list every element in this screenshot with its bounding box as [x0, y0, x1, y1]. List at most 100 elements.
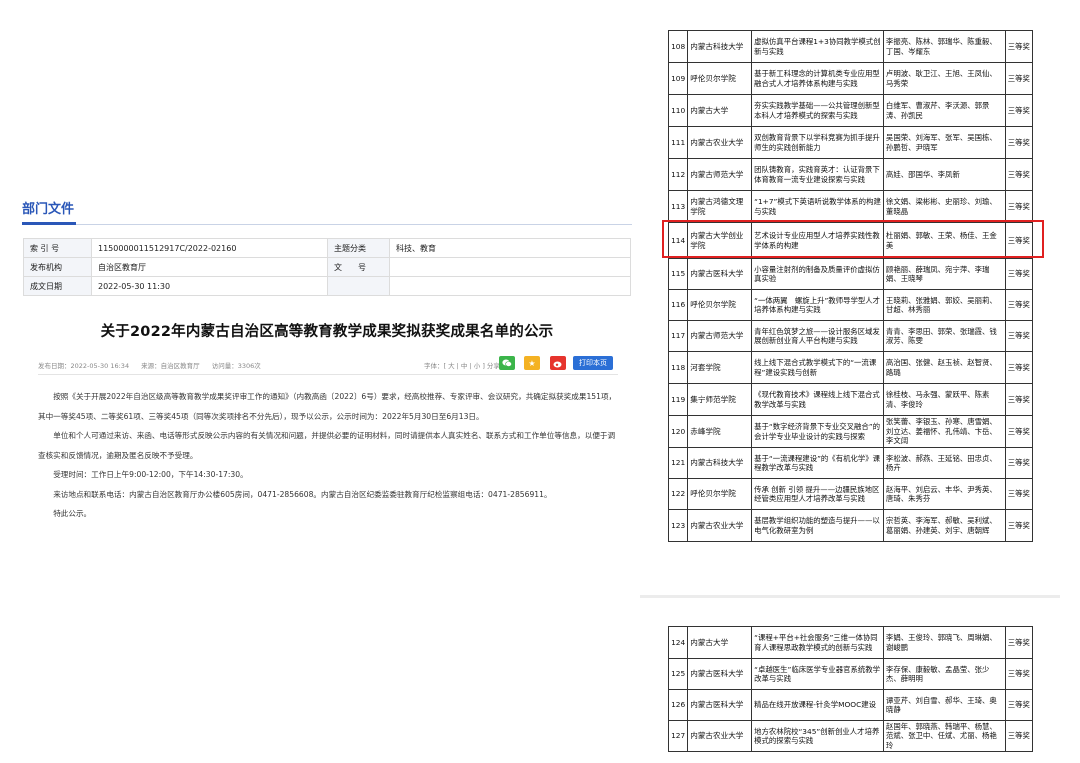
- body-paragraph: 按照《关于开展2022年自治区级高等教育教学成果奖评审工作的通知》（内教高函〔2…: [38, 392, 617, 421]
- award-level-cell: 三等奖: [1004, 719, 1034, 753]
- award-level-cell: 三等奖: [1004, 30, 1034, 63]
- table-row: 109 呼伦贝尔学院 基于新工科理念的计算机类专业应用型融合式人才培养体系构建与实践…: [667, 62, 1034, 95]
- section-title: 部门文件: [22, 202, 75, 217]
- school-cell: 内蒙古师范大学: [687, 158, 753, 191]
- index-label: 索 引 号: [23, 238, 92, 258]
- row-number: 123: [667, 509, 689, 542]
- award-level-cell: 三等奖: [1004, 351, 1034, 384]
- publish-date: 发布日期：2022-05-30 16:34: [38, 362, 130, 370]
- table-row: 118 河套学院 线上线下混合式教学模式下的“一流课程”建设实践与创新 高治国、张健、…: [667, 351, 1034, 384]
- project-name-cell: 精品在线开放课程-针灸学MOOC建设: [751, 689, 884, 721]
- school-cell: 内蒙古农业大学: [687, 126, 753, 159]
- members-cell: 李娟、王俊玲、郭晓飞、周琳娟、谢峻鹏: [882, 626, 1006, 659]
- school-cell: 内蒙古大学: [687, 626, 753, 659]
- award-table-top: 108 内蒙古科技大学 虚拟仿真平台课程1+3协同教学模式创新与实践 李振亮、陈林、郭…: [667, 30, 1034, 542]
- school-cell: 赤峰学院: [687, 415, 753, 448]
- body-paragraph: 特此公示。: [53, 509, 92, 518]
- row-number: 119: [667, 383, 689, 416]
- project-name-cell: 《现代教育技术》课程线上线下混合式教学改革与实践: [751, 383, 884, 416]
- school-cell: 内蒙古医科大学: [687, 658, 753, 690]
- award-level-cell: 三等奖: [1004, 289, 1034, 321]
- school-cell: 内蒙古医科大学: [687, 689, 753, 721]
- table-row: 112 内蒙古师范大学 团队铸教育，实践育英才：认证背景下体育教育一流专业建设探索与…: [667, 158, 1034, 191]
- project-name-cell: 地方农林院校“345”创新创业人才培养模式的探索与实践: [751, 719, 884, 753]
- row-number: 122: [667, 478, 689, 510]
- table-row: 126 内蒙古医科大学 精品在线开放课程-针灸学MOOC建设 谭亚芹、刘自雪、郝华、王…: [667, 689, 1034, 721]
- row-number: 113: [667, 190, 689, 223]
- table-row: 120 赤峰学院 基于“数字经济背景下专业交叉融合”的会计学专业毕业设计的实践与探索…: [667, 415, 1034, 448]
- table-row: 111 内蒙古农业大学 双创教育背景下以学科竞赛为抓手提升师生的实践创新能力 吴国荣、…: [667, 126, 1034, 159]
- award-level-cell: 三等奖: [1004, 689, 1034, 721]
- project-name-cell: 基于新工科理念的计算机类专业应用型融合式人才培养体系构建与实践: [751, 62, 884, 95]
- award-level-cell: 三等奖: [1004, 447, 1034, 479]
- project-name-cell: 线上线下混合式教学模式下的“一流课程”建设实践与创新: [751, 351, 884, 384]
- qzone-icon[interactable]: ★: [524, 356, 540, 370]
- project-name-cell: “1+7”模式下英语听说教学体系的构建与实践: [751, 190, 884, 223]
- docno-value: [389, 257, 631, 277]
- award-level-cell: 三等奖: [1004, 126, 1034, 159]
- wechat-icon[interactable]: [499, 356, 515, 370]
- school-cell: 内蒙古科技大学: [687, 30, 753, 63]
- school-cell: 集宁师范学院: [687, 383, 753, 416]
- font-size-selector[interactable]: 字体：[ 大 | 中 | 小 ] 分享到: [424, 360, 506, 370]
- row-number: 124: [667, 626, 689, 659]
- government-notice-page: 部门文件 索 引 号 1150000011512917C/2022-02160 …: [22, 200, 632, 524]
- school-cell: 呼伦贝尔学院: [687, 62, 753, 95]
- school-cell: 河套学院: [687, 351, 753, 384]
- award-level-cell: 三等奖: [1004, 509, 1034, 542]
- award-level-cell: 三等奖: [1004, 415, 1034, 448]
- row-number: 126: [667, 689, 689, 721]
- award-level-cell: 三等奖: [1004, 190, 1034, 223]
- table-row: 121 内蒙古科技大学 基于“一流课程建设”的《有机化学》课程教学改革与实践 李松波、…: [667, 447, 1034, 479]
- table-row: 122 呼伦贝尔学院 传承 创新 引领 提升——边疆民族地区经管类应用型人才培养改革…: [667, 478, 1034, 510]
- print-button[interactable]: 打印本页: [573, 356, 613, 370]
- weibo-icon[interactable]: [550, 356, 566, 370]
- table-row: 117 内蒙古师范大学 青年红色筑梦之旅——设计服务区域发展创新创业育人平台构建与实…: [667, 320, 1034, 352]
- members-cell: 高治国、张健、赵玉祯、赵智贤、路璐: [882, 351, 1006, 384]
- project-name-cell: “一体两翼 螺旋上升”教师导学型人才培养体系构建与实践: [751, 289, 884, 321]
- members-cell: 高娃、邵国华、李凤新: [882, 158, 1006, 191]
- topic-value: 科技、教育: [389, 238, 631, 258]
- row-number: 127: [667, 719, 689, 753]
- project-name-cell: 小容量注射剂的制备及质量评价虚拟仿真实验: [751, 258, 884, 290]
- date-value: 2022-05-30 11:30: [91, 276, 328, 296]
- row-number: 112: [667, 158, 689, 191]
- school-cell: 内蒙古医科大学: [687, 258, 753, 290]
- info-bar: 发布日期：2022-05-30 16:34 来源：自治区教育厅 访问量：3306…: [22, 355, 632, 375]
- row-number: 117: [667, 320, 689, 352]
- project-name-cell: 青年红色筑梦之旅——设计服务区域发展创新创业育人平台构建与实践: [751, 320, 884, 352]
- row-number: 118: [667, 351, 689, 384]
- table-row: 119 集宁师范学院 《现代教育技术》课程线上线下混合式教学改革与实践 徐桂枝、马永强…: [667, 383, 1034, 416]
- notice-body: 按照《关于开展2022年自治区级高等教育教学成果奖评审工作的通知》（内教高函〔2…: [38, 387, 618, 524]
- members-cell: 卢明波、耿卫江、王旭、王凤仙、马秀荣: [882, 62, 1006, 95]
- school-cell: 内蒙古科技大学: [687, 447, 753, 479]
- row-number: 125: [667, 658, 689, 690]
- award-level-cell: 三等奖: [1004, 626, 1034, 659]
- award-level-cell: 三等奖: [1004, 258, 1034, 290]
- project-name-cell: 虚拟仿真平台课程1+3协同教学模式创新与实践: [751, 30, 884, 63]
- school-cell: 呼伦贝尔学院: [687, 478, 753, 510]
- issuer-value: 自治区教育厅: [91, 257, 328, 277]
- topic-label: 主题分类: [327, 238, 390, 258]
- school-cell: 内蒙古农业大学: [687, 719, 753, 753]
- members-cell: 吴国荣、刘海军、张军、吴国栋、孙鹏哲、尹晓军: [882, 126, 1006, 159]
- project-name-cell: 基于“数字经济背景下专业交叉融合”的会计学专业毕业设计的实践与探索: [751, 415, 884, 448]
- row-number: 121: [667, 447, 689, 479]
- table-row: 110 内蒙古大学 夯实实践教学基础——公共管理创新型本科人才培养模式的探索与实践白…: [667, 94, 1034, 127]
- body-paragraph: 单位和个人可通过来访、来函、电话等形式反映公示内容的有关情况和问题，并提供必要的…: [38, 431, 616, 460]
- issuer-label: 发布机构: [23, 257, 92, 277]
- award-level-cell: 三等奖: [1004, 383, 1034, 416]
- school-cell: 内蒙古大学: [687, 94, 753, 127]
- table-row: 123 内蒙古农业大学 基层教学组织功能的塑造与提升——以电气化教研室为例 宗哲英、李…: [667, 509, 1034, 542]
- members-cell: 徐文娟、梁彬彬、史丽珍、刘瑜、董晓晶: [882, 190, 1006, 223]
- row-number: 108: [667, 30, 689, 63]
- award-level-cell: 三等奖: [1004, 478, 1034, 510]
- row-number: 111: [667, 126, 689, 159]
- image-divider: [640, 595, 1060, 598]
- award-level-cell: 三等奖: [1004, 62, 1034, 95]
- docno-label: 文 号: [327, 257, 390, 277]
- table-row: 127 内蒙古农业大学 地方农林院校“345”创新创业人才培养模式的探索与实践 赵国年…: [667, 719, 1034, 753]
- members-cell: 顾艳丽、薛瑞凤、宛宁萍、李瑞娟、王晓琴: [882, 258, 1006, 290]
- award-level-cell: 三等奖: [1004, 658, 1034, 690]
- source: 来源：自治区教育厅: [141, 362, 200, 370]
